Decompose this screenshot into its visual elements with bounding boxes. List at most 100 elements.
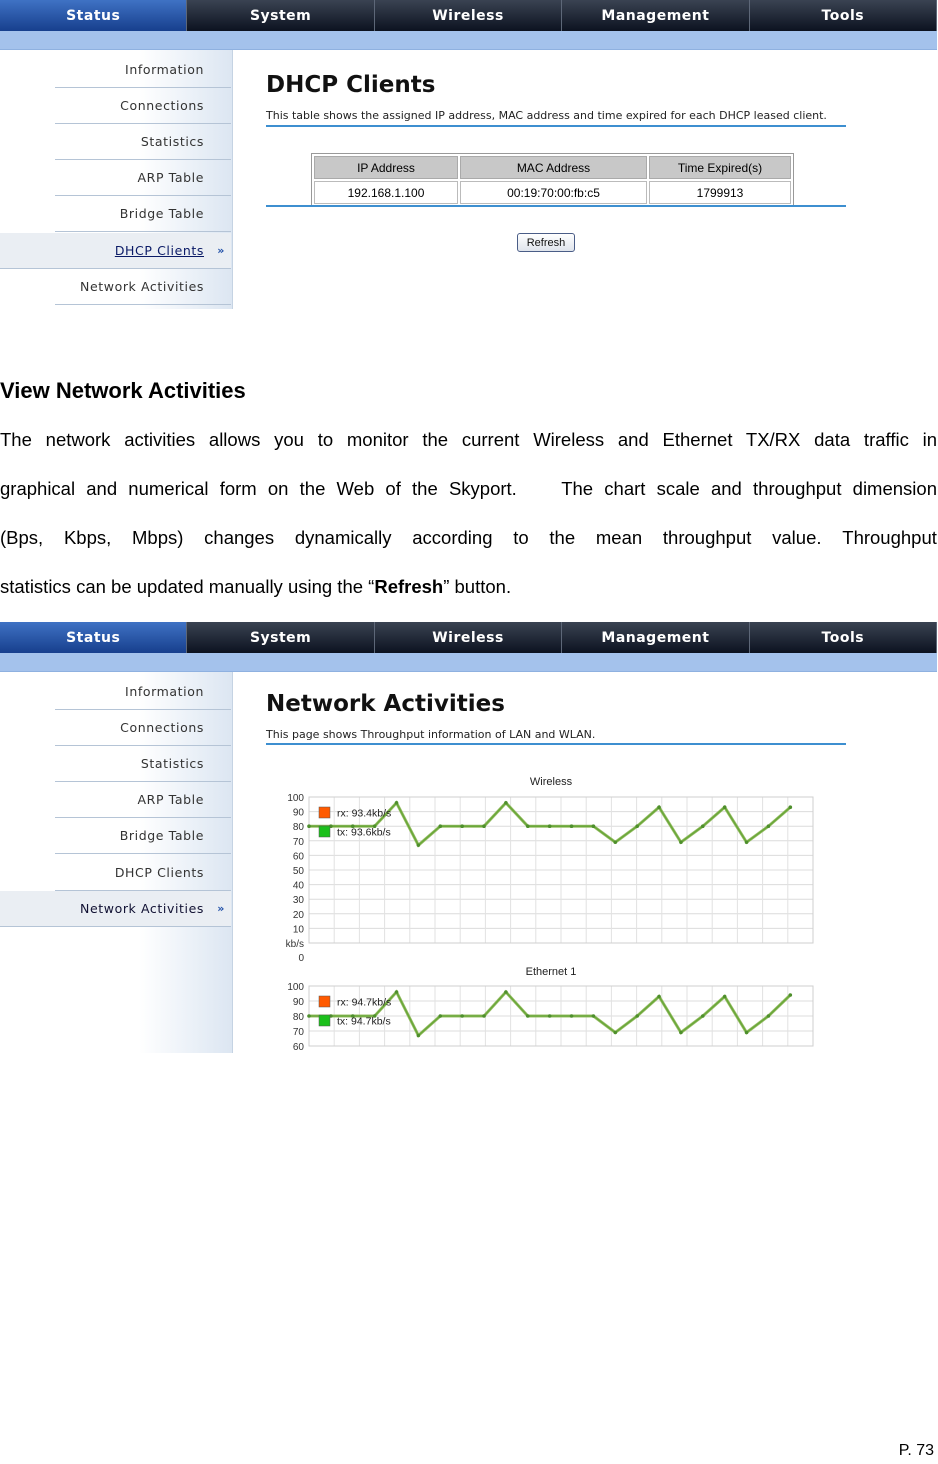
data-point [613,1030,618,1035]
sidebar-item-network-activities[interactable]: Network Activities» [0,891,231,927]
sidebar-item-connections[interactable]: Connections [55,88,231,124]
sidebar-item-bridge-table[interactable]: Bridge Table [55,196,231,232]
tab-system[interactable]: System [187,622,375,653]
data-point [744,840,749,845]
tab-wireless[interactable]: Wireless [375,0,563,31]
top-navigation: Status System Wireless Management Tools [0,0,937,32]
throughput-charts: Wireless1009080706050403020100kb/srx: 93… [286,776,814,1053]
legend-swatch [318,806,331,819]
page-number: P. 73 [898,1442,934,1459]
y-tick-label: 70 [293,1027,305,1038]
data-point [766,824,771,828]
sidebar-item-connections[interactable]: Connections [55,710,231,746]
sidebar-item-network-activities[interactable]: Network Activities [55,269,231,305]
sidebar-item-information[interactable]: Information [55,52,231,88]
page-description: This table shows the assigned IP address… [266,109,827,122]
tab-status[interactable]: Status [0,622,188,653]
column-header-mac: MAC Address [460,156,647,179]
data-point [722,994,727,999]
y-tick-label: 90 [293,997,305,1008]
sidebar-item-information[interactable]: Information [55,674,231,710]
sidebar-item-bridge-table[interactable]: Bridge Table [55,818,231,854]
data-point [547,824,552,828]
legend-label: rx: 94.7kb/s [337,997,391,1009]
chart-1: Ethernet 1 100 90 80 70 60 rx: 94.7kb/s tx: 94.… [287,966,814,1053]
legend-swatch [318,995,331,1008]
y-tick-label: 60 [293,851,305,862]
page-title: Network Activities [266,691,505,717]
dhcp-clients-screenshot: Status System Wireless Management Tools … [0,0,937,309]
data-point [591,824,596,828]
data-point [438,1014,443,1018]
y-tick-label: 20 [293,910,305,921]
tab-management[interactable]: Management [562,622,750,653]
data-point [569,824,574,828]
y-tick-label: 0 [298,953,304,964]
cell-time-expired: 1799913 [649,181,791,204]
network-activities-screenshot: Status System Wireless Management Tools … [0,622,937,1053]
data-point [460,824,464,828]
sidebar-item-arp-table[interactable]: ARP Table [55,160,231,196]
y-tick-label: 80 [293,822,305,833]
data-point [307,1014,311,1018]
y-tick-label: 40 [293,881,305,892]
data-point [635,1014,639,1018]
tab-tools[interactable]: Tools [750,0,937,31]
paragraph-line-1: The network activities allows you to mon… [0,429,937,450]
sub-header-bar [0,653,937,672]
tab-management[interactable]: Management [562,0,750,31]
data-point [613,840,618,845]
legend-label: tx: 93.6kb/s [337,827,391,839]
table-row: 192.168.1.100 00:19:70:00:fb:c5 1799913 [314,181,791,204]
y-tick-label: 30 [293,895,305,906]
data-point [657,805,661,810]
table-header-row: IP Address MAC Address Time Expired(s) [314,156,791,179]
sidebar-item-dhcp-clients[interactable]: DHCP Clients [55,855,231,891]
data-point [482,1014,486,1018]
y-axis-label: kb/s [286,939,304,950]
data-point [722,805,727,810]
data-point [394,990,399,994]
chart-title: Ethernet 1 [526,966,577,978]
data-point [394,801,399,805]
y-tick-label: 90 [293,808,305,819]
data-point [416,1033,421,1038]
data-point [701,824,705,828]
column-header-time: Time Expired(s) [649,156,791,179]
data-point [679,840,683,845]
top-navigation: Status System Wireless Management Tools [0,622,937,654]
tab-status[interactable]: Status [0,0,188,31]
refresh-emphasis: Refresh [374,576,444,597]
data-point [788,993,793,997]
cell-ip-address: 192.168.1.100 [314,181,458,204]
paragraph-line-2: graphical and numerical form on the Web … [0,478,937,499]
y-tick-label: 100 [287,982,304,993]
double-chevron-right-icon: » [217,902,225,915]
refresh-button[interactable]: Refresh [517,233,575,252]
tab-tools[interactable]: Tools [750,622,937,653]
sidebar-item-statistics[interactable]: Statistics [55,124,231,160]
sidebar-item-dhcp-clients[interactable]: DHCP Clients» [0,233,231,269]
sidebar: Information Connections Statistics ARP T… [0,672,233,1053]
y-tick-label: 60 [293,1042,305,1053]
y-tick-label: 50 [293,866,305,877]
dhcp-clients-table: IP Address MAC Address Time Expired(s) 1… [311,153,794,207]
data-point [504,990,508,994]
data-point [744,1030,749,1035]
chart-0: Wireless1009080706050403020100kb/srx: 93… [286,776,814,964]
tab-wireless[interactable]: Wireless [375,622,563,653]
page-title: DHCP Clients [266,72,436,98]
legend-swatch [318,1014,331,1027]
data-point [307,824,311,828]
data-point [525,824,530,828]
data-point [679,1030,683,1035]
data-point [504,801,508,805]
double-chevron-right-icon: » [217,244,225,257]
title-divider [266,125,846,127]
sidebar-item-statistics[interactable]: Statistics [55,746,231,782]
cell-mac-address: 00:19:70:00:fb:c5 [460,181,647,204]
sidebar-item-arp-table[interactable]: ARP Table [55,782,231,818]
legend-label: rx: 93.4kb/s [337,808,391,820]
section-heading: View Network Activities [0,378,246,403]
tab-system[interactable]: System [187,0,375,31]
